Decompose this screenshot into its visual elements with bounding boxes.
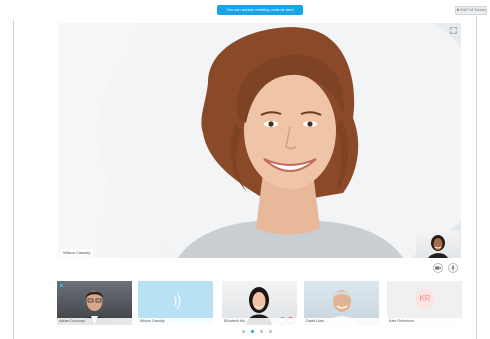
- main-speaker-video[interactable]: Wilson Cassidy: [58, 23, 461, 258]
- mic-button[interactable]: [448, 263, 458, 273]
- participant-name: Wilson Cassidy: [138, 318, 213, 325]
- participant-tile[interactable]: KR Kate Robertson: [387, 281, 462, 325]
- camera-button[interactable]: [433, 263, 443, 273]
- meeting-controls-banner[interactable]: You can access meeting controls here: [217, 5, 303, 15]
- participant-tile[interactable]: Wilson Cassidy: [138, 281, 213, 325]
- speaker-name-label: Wilson Cassidy: [60, 249, 94, 257]
- self-view-thumbnail[interactable]: [416, 231, 460, 258]
- participant-name: David Liam: [304, 318, 379, 325]
- right-divider: [476, 16, 477, 339]
- expand-icon[interactable]: [450, 27, 457, 34]
- speaking-indicator: [60, 284, 63, 287]
- participant-name: Kate Robertson: [387, 318, 462, 325]
- pagination-dot[interactable]: [269, 330, 272, 333]
- left-divider: [13, 20, 14, 339]
- participant-tile[interactable]: David Liam: [304, 281, 379, 325]
- exit-fullscreen-button[interactable]: ✖ Exit Full Screen: [455, 6, 487, 15]
- participant-pagination: [242, 330, 278, 334]
- participant-name: Elizabeth Wu: [222, 318, 297, 325]
- participant-tile[interactable]: Adrian Donovan: [57, 281, 132, 325]
- pagination-dot[interactable]: [242, 330, 245, 333]
- participant-initials-avatar: KR: [415, 289, 435, 309]
- speaker-portrait: [98, 23, 461, 258]
- microphone-icon: [451, 265, 455, 272]
- pagination-dot[interactable]: [260, 330, 263, 333]
- video-camera-icon: [435, 266, 441, 270]
- pagination-dot[interactable]: [251, 330, 254, 333]
- participant-tile[interactable]: Elizabeth Wu: [222, 281, 297, 325]
- participant-name: Adrian Donovan: [57, 318, 132, 325]
- video-call-screen: You can access meeting controls here ✖ E…: [0, 0, 490, 339]
- self-view-portrait: [428, 235, 448, 258]
